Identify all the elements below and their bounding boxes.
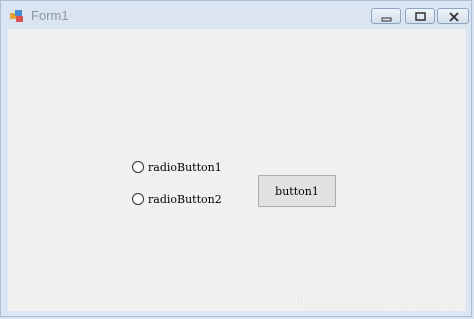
radio-circle-icon[interactable] <box>132 161 144 173</box>
radio-button-2[interactable]: radioButton2 <box>132 191 222 207</box>
minimize-icon <box>381 17 392 22</box>
radio-circle-icon[interactable] <box>132 193 144 205</box>
window-title: Form1 <box>31 8 69 23</box>
form-client-area: radioButton1 radioButton2 button1 <box>8 29 466 311</box>
form1-window: Form1 radioButton1 radioButton2 button1 <box>0 0 472 317</box>
minimize-button[interactable] <box>371 8 401 24</box>
title-bar[interactable]: Form1 <box>1 1 471 29</box>
app-icon <box>10 9 24 22</box>
close-icon <box>449 12 459 22</box>
radio-button-2-label[interactable]: radioButton2 <box>148 193 222 206</box>
maximize-icon <box>415 12 426 21</box>
close-button[interactable] <box>437 8 469 24</box>
button1[interactable]: button1 <box>258 175 336 207</box>
radio-button-1[interactable]: radioButton1 <box>132 159 222 175</box>
maximize-button[interactable] <box>405 8 435 24</box>
radio-button-1-label[interactable]: radioButton1 <box>148 161 222 174</box>
watermark: https://blog.csdn.net/l_TenKai <box>291 295 461 310</box>
